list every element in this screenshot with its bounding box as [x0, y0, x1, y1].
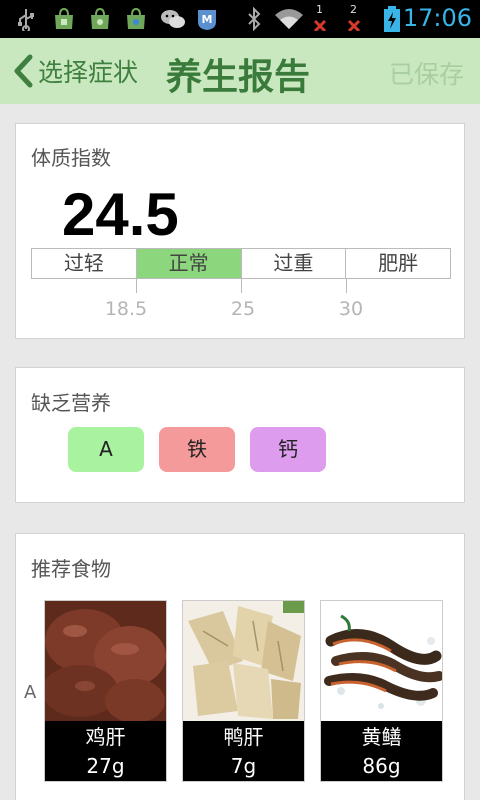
nutrient-tag-a[interactable]: A	[68, 427, 144, 472]
bmi-category-normal: 正常	[136, 249, 242, 278]
food-caption: 鸭肝 7g	[183, 721, 304, 781]
bmi-tick	[136, 279, 137, 293]
bmi-tick	[346, 279, 347, 293]
store-icon	[55, 7, 73, 29]
nutrient-tag-iron[interactable]: 铁	[159, 427, 235, 472]
nutrients-card: 缺乏营养 A 铁 钙	[15, 367, 465, 503]
bmi-category-obese: 肥胖	[378, 251, 419, 275]
back-button[interactable]: 选择症状	[12, 38, 138, 104]
wifi-icon	[275, 9, 303, 29]
food-caption: 鸡肝 27g	[45, 721, 166, 781]
bmi-title: 体质指数	[31, 146, 111, 170]
page-title: 养生报告	[166, 57, 311, 98]
food-amount: 27g	[86, 754, 125, 778]
bmi-category-underweight: 过轻	[32, 249, 137, 278]
clock: 17:06	[402, 4, 472, 32]
store-icon	[91, 7, 109, 29]
food-image	[321, 601, 442, 721]
saved-button[interactable]: 已保存	[389, 55, 464, 91]
food-name: 鸭肝	[223, 725, 264, 749]
bmi-value: 24.5	[62, 181, 179, 248]
food-row-label: A	[24, 682, 37, 703]
svg-text:M: M	[202, 13, 213, 26]
nutrient-tag-calcium[interactable]: 钙	[250, 427, 326, 472]
food-image	[45, 601, 166, 721]
store-icon	[127, 7, 145, 29]
food-card-duck-liver[interactable]: 鸭肝 7g	[182, 600, 305, 782]
bmi-card: 体质指数 24.5 过轻 正常 过重 肥胖 18.5 25 30	[15, 123, 465, 339]
food-amount: 86g	[362, 754, 401, 778]
usb-icon	[18, 9, 34, 31]
food-name: 黄鳝	[361, 725, 402, 749]
foods-card: 推荐食物 A 鸡肝 27g 鸭肝 7g 黄鳝 86g	[15, 533, 465, 800]
app-header: 选择症状 养生报告 已保存	[0, 38, 480, 104]
bmi-scale: 过轻 正常 过重 肥胖	[31, 248, 451, 279]
nutrients-title: 缺乏营养	[31, 391, 111, 415]
status-bar: M 1 2 17:06	[0, 0, 480, 38]
bmi-threshold-label: 25	[230, 298, 256, 320]
bmi-tick	[241, 279, 242, 293]
food-card-eel[interactable]: 黄鳝 86g	[320, 600, 443, 782]
battery-charging-icon	[384, 6, 400, 32]
food-name: 鸡肝	[85, 725, 126, 749]
food-caption: 黄鳝 86g	[321, 721, 442, 781]
bmi-threshold-label: 18.5	[104, 298, 148, 320]
wechat-icon	[161, 10, 185, 28]
foods-title: 推荐食物	[31, 557, 111, 581]
food-amount: 7g	[230, 754, 257, 778]
app-icon: M	[198, 10, 216, 30]
sim2-label: 2	[350, 3, 357, 16]
sim1-label: 1	[316, 3, 323, 16]
food-card-chicken-liver[interactable]: 鸡肝 27g	[44, 600, 167, 782]
back-label: 选择症状	[38, 58, 139, 87]
chevron-left-icon	[14, 54, 33, 88]
bluetooth-icon	[248, 7, 261, 31]
bmi-threshold-label: 30	[338, 298, 364, 320]
food-image	[183, 601, 304, 721]
bmi-category-overweight: 过重	[242, 249, 347, 278]
